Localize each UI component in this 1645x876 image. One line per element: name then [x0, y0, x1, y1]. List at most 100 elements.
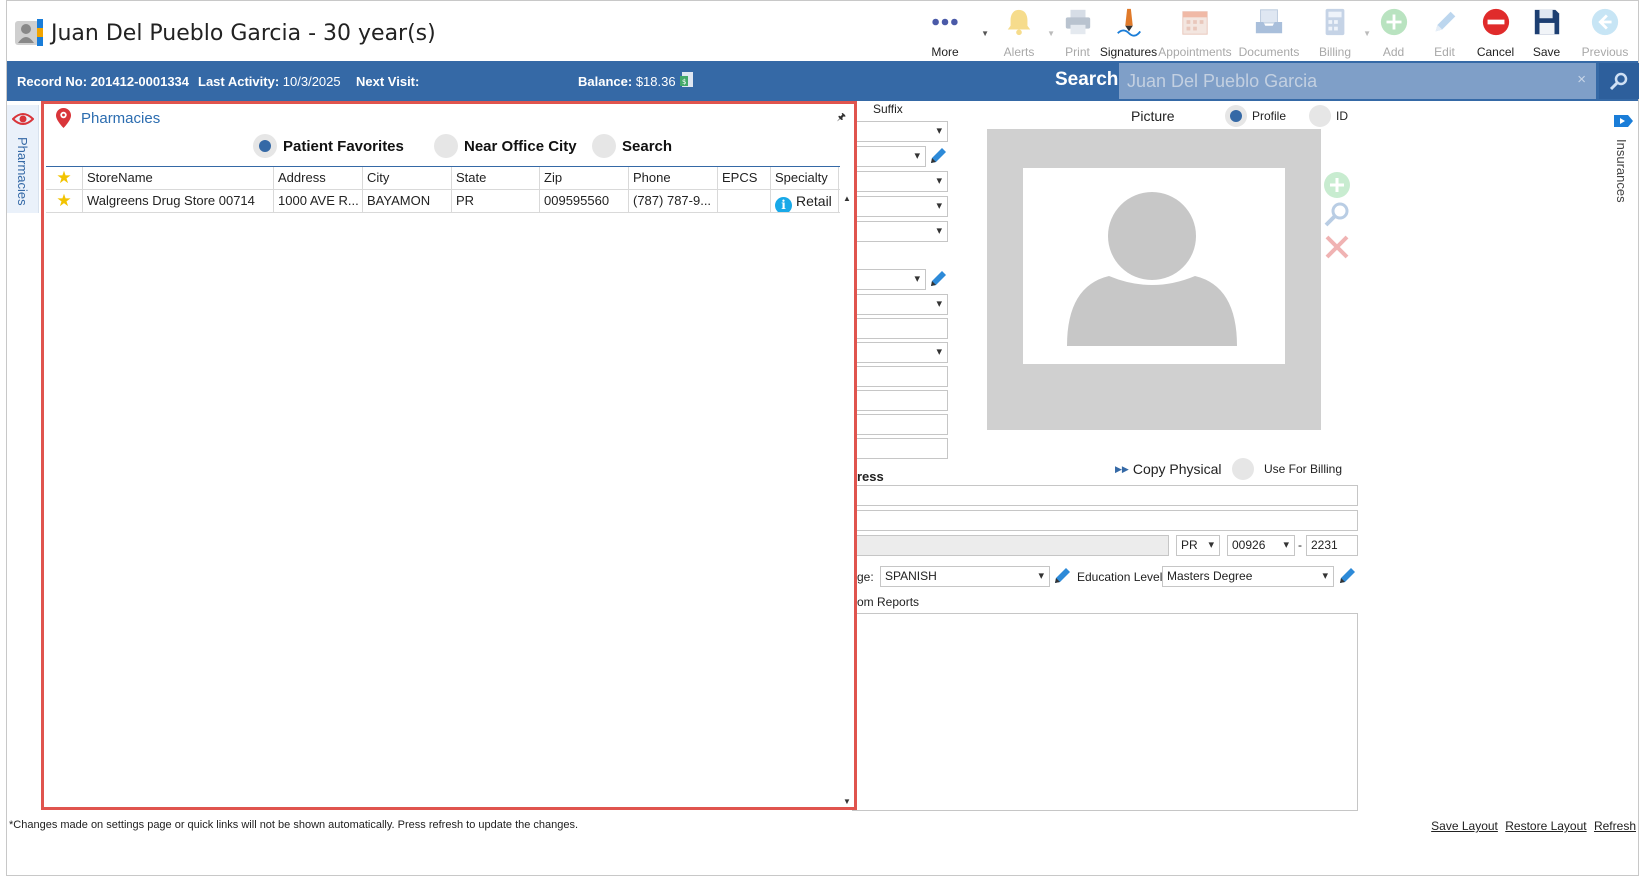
save-layout-link[interactable]: Save Layout [1431, 819, 1498, 833]
suffix-select[interactable] [852, 121, 948, 142]
form-field-12[interactable] [852, 414, 948, 435]
save-label: Save [1532, 45, 1561, 59]
scroll-up-icon[interactable]: ▲ [843, 194, 851, 203]
pencil-icon[interactable] [928, 269, 948, 289]
search-radio[interactable]: Search [592, 134, 672, 158]
pencil-icon[interactable] [928, 146, 948, 166]
radio-selected-icon [1225, 105, 1247, 127]
table-row[interactable]: ★ Walgreens Drug Store 00714 1000 AVE R.… [46, 190, 840, 213]
pin-icon[interactable]: 🖈 [837, 110, 846, 127]
appointments-button[interactable]: Appointments [1154, 5, 1236, 59]
copy-physical-button[interactable]: ▶▶ Copy Physical [1115, 461, 1222, 477]
add-icon [1380, 8, 1407, 36]
form-select-4[interactable] [852, 196, 948, 217]
column-header-epcs[interactable]: EPCS [718, 167, 771, 189]
radio-unselected-icon [592, 134, 616, 158]
column-header-zip[interactable]: Zip [540, 167, 629, 189]
use-for-billing-label: Use For Billing [1264, 462, 1343, 476]
form-field-8[interactable] [852, 318, 948, 339]
tab-insurances[interactable]: Insurances [1606, 105, 1638, 225]
print-button[interactable]: Print [1052, 5, 1103, 59]
column-header-state[interactable]: State [452, 167, 540, 189]
form-select-3[interactable] [852, 171, 948, 192]
favorite-star-icon[interactable]: ★ [46, 167, 83, 189]
id-radio[interactable]: ID [1309, 105, 1348, 127]
documents-label: Documents [1238, 45, 1300, 59]
form-select-6[interactable] [852, 269, 926, 290]
use-for-billing-radio[interactable]: Use For Billing [1232, 458, 1342, 480]
more-label: More [931, 45, 959, 59]
search-icon [1609, 72, 1628, 91]
zip-extension[interactable]: 2231 [1306, 535, 1358, 556]
column-header-storename[interactable]: StoreName [83, 167, 274, 189]
column-header-city[interactable]: City [363, 167, 452, 189]
suffix-label: Suffix [873, 102, 903, 116]
info-icon[interactable]: i [775, 197, 792, 212]
user-silhouette-icon [1067, 192, 1237, 346]
radio-unselected-icon [1232, 458, 1254, 480]
alerts-button[interactable]: Alerts ▼ [986, 5, 1055, 59]
delete-picture-icon[interactable] [1323, 233, 1351, 261]
printer-icon [1065, 9, 1090, 35]
edit-button[interactable]: Edit [1419, 5, 1470, 59]
alerts-label: Alerts [1003, 45, 1035, 59]
near-office-city-label: Near Office City [464, 137, 577, 155]
signatures-button[interactable]: Signatures [1100, 5, 1157, 59]
floppy-icon [1534, 9, 1559, 35]
documents-button[interactable]: Documents [1236, 5, 1302, 59]
form-select-5[interactable] [852, 221, 948, 242]
near-office-city-radio[interactable]: Near Office City [434, 134, 577, 158]
pharmacies-panel: Pharmacies 🖈 Patient Favorites Near Offi… [41, 101, 857, 810]
column-header-phone[interactable]: Phone [629, 167, 718, 189]
column-header-specialty[interactable]: Specialty [771, 167, 839, 189]
search-button[interactable] [1599, 63, 1639, 99]
address-line-1[interactable] [852, 485, 1358, 506]
language-select[interactable]: SPANISH [880, 566, 1050, 587]
form-field-11[interactable] [852, 390, 948, 411]
add-picture-icon[interactable] [1323, 171, 1351, 199]
cell-epcs [718, 190, 771, 212]
picture-canvas [1023, 168, 1285, 364]
last-activity: Last Activity: 10/3/2025 [198, 74, 341, 89]
column-header-address[interactable]: Address [274, 167, 363, 189]
tab-pharmacies[interactable]: Pharmacies [7, 105, 39, 213]
pencil-icon[interactable] [1337, 566, 1357, 586]
add-button[interactable]: Add [1368, 5, 1419, 59]
profile-radio[interactable]: Profile [1225, 105, 1286, 127]
statement-icon[interactable]: $ [679, 71, 695, 89]
more-button[interactable]: More ▼ [904, 5, 989, 59]
zoom-picture-icon[interactable] [1323, 201, 1351, 229]
eye-icon [12, 113, 34, 125]
cell-phone: (787) 787-9... [629, 190, 718, 212]
previous-label: Previous [1581, 45, 1629, 59]
state-select[interactable]: PR [1176, 535, 1220, 556]
form-select-7[interactable] [852, 294, 948, 315]
cancel-button[interactable]: Cancel [1470, 5, 1521, 59]
grid-header: ★ StoreName Address City State Zip Phone… [46, 167, 840, 190]
education-select[interactable]: Masters Degree [1162, 566, 1334, 587]
clear-search-icon[interactable]: × [1577, 71, 1586, 88]
notes-area[interactable] [852, 613, 1358, 811]
restore-layout-link[interactable]: Restore Layout [1505, 819, 1586, 833]
billing-button[interactable]: Billing ▼ [1302, 5, 1371, 59]
footer-note: *Changes made on settings page or quick … [9, 819, 579, 831]
form-field-10[interactable] [852, 366, 948, 387]
refresh-link[interactable]: Refresh [1594, 819, 1636, 833]
previous-button[interactable]: Previous [1572, 5, 1638, 59]
tray-icon [1255, 9, 1283, 34]
form-select-9[interactable] [852, 342, 948, 363]
zip-select[interactable]: 00926 [1227, 535, 1295, 556]
cancel-label: Cancel [1476, 45, 1515, 59]
patient-search-input[interactable] [1119, 63, 1596, 99]
grid-scrollbar[interactable]: ▲ ▼ [840, 190, 854, 806]
favorite-star-icon[interactable]: ★ [46, 190, 83, 212]
form-select-2[interactable] [852, 146, 926, 167]
save-button[interactable]: Save [1521, 5, 1572, 59]
pencil-icon[interactable] [1052, 566, 1072, 586]
city-field[interactable] [852, 535, 1169, 556]
address-line-2[interactable] [852, 510, 1358, 531]
scroll-down-icon[interactable]: ▼ [843, 797, 851, 806]
search-label: Search: [1055, 69, 1125, 90]
form-field-13[interactable] [852, 438, 948, 459]
patient-favorites-radio[interactable]: Patient Favorites [253, 134, 404, 158]
